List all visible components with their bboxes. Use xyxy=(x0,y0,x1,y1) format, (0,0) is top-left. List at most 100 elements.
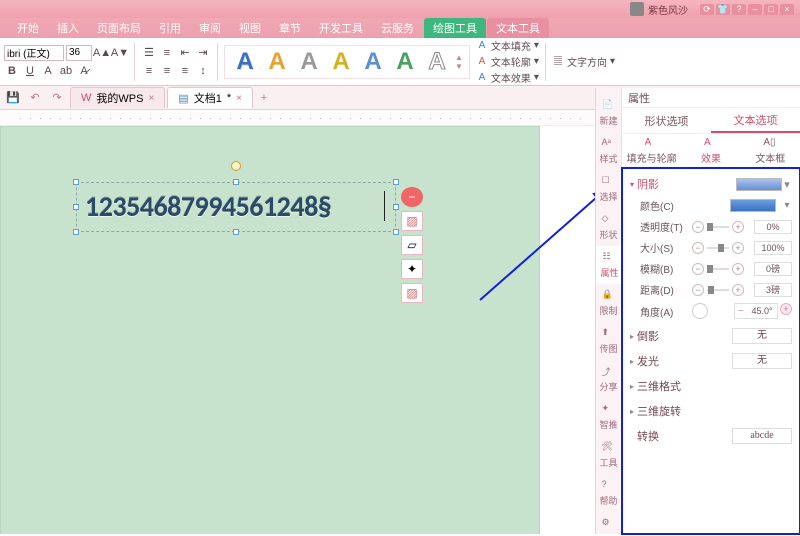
tab-start[interactable]: 开始 xyxy=(8,18,48,38)
rail-new[interactable]: 📄新建 xyxy=(596,94,621,132)
bullets-button[interactable]: ☰ xyxy=(141,45,157,61)
underline-button[interactable]: U xyxy=(22,63,38,79)
tab-drawing-tools[interactable]: 绘图工具 xyxy=(424,18,486,38)
tab-layout[interactable]: 页面布局 xyxy=(88,18,150,38)
wordart-style-4[interactable]: A xyxy=(327,48,355,76)
resize-handle-w[interactable] xyxy=(73,204,79,210)
maximize-button[interactable]: □ xyxy=(764,4,778,15)
align-left-button[interactable]: ≡ xyxy=(141,63,157,79)
indent-inc-button[interactable]: ⇥ xyxy=(195,45,211,61)
tab-text-tools[interactable]: 文本工具 xyxy=(487,18,549,38)
panel-menu-icon[interactable]: ▾ xyxy=(777,92,782,103)
numbering-button[interactable]: ≡ xyxy=(159,45,175,61)
angle-spinner[interactable]: −45.0° xyxy=(734,303,778,319)
wordart-style-2[interactable]: A xyxy=(263,48,291,76)
text-outline-button[interactable]: A文本轮廓 ▾ xyxy=(476,54,539,69)
rail-tools[interactable]: 🛠工具 xyxy=(596,436,621,474)
fill-tool-button[interactable]: ▨ xyxy=(401,211,423,231)
rail-shape[interactable]: ◇形状 xyxy=(596,208,621,246)
transparency-slider[interactable]: −+ xyxy=(692,220,744,234)
sync-icon[interactable]: ⟳ xyxy=(700,4,714,15)
rail-smart[interactable]: ✦智推 xyxy=(596,398,621,436)
tab-insert[interactable]: 插入 xyxy=(48,18,88,38)
line-spacing-button[interactable]: ↕ xyxy=(195,63,211,79)
close-button[interactable]: × xyxy=(780,4,794,15)
close-tab-icon[interactable]: × xyxy=(236,93,242,104)
shadow-color-swatch[interactable] xyxy=(730,199,776,212)
tab-shape-options[interactable]: 形状选项 xyxy=(622,108,711,133)
tab-review[interactable]: 审阅 xyxy=(190,18,230,38)
resize-handle-e[interactable] xyxy=(393,204,399,210)
save-button[interactable]: 💾 xyxy=(4,89,22,107)
distance-slider[interactable]: −+ xyxy=(692,283,744,297)
bold-button[interactable]: B xyxy=(4,63,20,79)
section-shadow[interactable]: ▾阴影 ▾ xyxy=(630,173,792,195)
tab-cloud[interactable]: 云服务 xyxy=(372,18,423,38)
subtab-textbox[interactable]: A▯文本框 xyxy=(741,134,800,167)
section-3d-format[interactable]: ▸三维格式 xyxy=(630,375,792,397)
indent-dec-button[interactable]: ⇤ xyxy=(177,45,193,61)
text-effects-button[interactable]: A文本效果 ▾ xyxy=(476,70,539,85)
undo-button[interactable]: ↶ xyxy=(26,89,44,107)
horizontal-ruler[interactable] xyxy=(0,110,595,126)
tab-dev[interactable]: 开发工具 xyxy=(310,18,372,38)
rail-select[interactable]: ☐选择 xyxy=(596,170,621,208)
text-direction-button[interactable]: 𝄚文字方向 ▾ xyxy=(552,54,615,69)
tab-ref[interactable]: 引用 xyxy=(150,18,190,38)
clear-format-button[interactable]: A̷ xyxy=(76,63,92,79)
angle-wheel[interactable] xyxy=(692,303,708,319)
font-color-button[interactable]: A xyxy=(40,63,56,79)
doc-tab-mywps[interactable]: W 我的WPS × xyxy=(70,87,165,108)
doc-tab-doc1[interactable]: ▤ 文档1 * × xyxy=(167,87,253,108)
resize-handle-nw[interactable] xyxy=(73,179,79,185)
subtab-effects[interactable]: A效果 xyxy=(681,134,740,167)
shape-effect-button[interactable]: ✦ xyxy=(401,259,423,279)
section-glow[interactable]: ▸发光无 xyxy=(630,350,792,372)
align-right-button[interactable]: ≡ xyxy=(177,63,193,79)
help-icon[interactable]: ? xyxy=(732,4,746,15)
shadow-tool-button[interactable]: ▨ xyxy=(401,283,423,303)
rail-properties[interactable]: ☷属性 xyxy=(596,246,621,284)
section-transform[interactable]: ▸转换abcde xyxy=(630,425,792,447)
resize-handle-n[interactable] xyxy=(233,179,239,185)
tab-chapter[interactable]: 章节 xyxy=(270,18,310,38)
wordart-more-icon[interactable]: ▲▼ xyxy=(455,53,463,71)
font-size-combo[interactable] xyxy=(66,45,92,61)
delete-shape-button[interactable]: − xyxy=(401,187,423,207)
rail-settings[interactable]: ⚙ xyxy=(596,512,621,536)
skin-icon[interactable]: 👕 xyxy=(716,4,730,15)
wordart-style-3[interactable]: A xyxy=(295,48,323,76)
shrink-font-icon[interactable]: A▼ xyxy=(112,45,128,61)
rail-style[interactable]: Aᵃ样式 xyxy=(596,132,621,170)
section-reflection[interactable]: ▸倒影无 xyxy=(630,325,792,347)
font-name-combo[interactable] xyxy=(4,45,64,61)
resize-handle-sw[interactable] xyxy=(73,229,79,235)
resize-handle-ne[interactable] xyxy=(393,179,399,185)
redo-button[interactable]: ↷ xyxy=(48,89,66,107)
color-dropdown-icon[interactable]: ▾ xyxy=(782,200,792,211)
rotate-handle[interactable] xyxy=(231,161,241,171)
outline-tool-button[interactable]: ▱ xyxy=(401,235,423,255)
size-slider[interactable]: −+ xyxy=(692,241,744,255)
wordart-style-1[interactable]: A xyxy=(231,48,259,76)
wordart-style-7[interactable]: A xyxy=(423,48,451,76)
tab-text-options[interactable]: 文本选项 xyxy=(711,108,800,133)
selected-textbox[interactable]: 12354687994561248§ xyxy=(81,187,391,227)
align-center-button[interactable]: ≡ xyxy=(159,63,175,79)
subtab-fill-outline[interactable]: A填充与轮廓 xyxy=(622,134,681,167)
close-tab-icon[interactable]: × xyxy=(148,93,154,104)
user-avatar[interactable] xyxy=(630,2,644,16)
text-fill-button[interactable]: A文本填充 ▾ xyxy=(476,38,539,53)
wordart-gallery[interactable]: A A A A A A A ▲▼ xyxy=(224,45,470,79)
wordart-style-6[interactable]: A xyxy=(391,48,419,76)
tab-view[interactable]: 视图 xyxy=(230,18,270,38)
panel-close-icon[interactable]: × xyxy=(788,92,794,103)
section-3d-rotation[interactable]: ▸三维旋转 xyxy=(630,400,792,422)
resize-handle-se[interactable] xyxy=(393,229,399,235)
highlight-button[interactable]: ab xyxy=(58,63,74,79)
minimize-button[interactable]: – xyxy=(748,4,762,15)
shadow-preset-swatch[interactable] xyxy=(736,178,782,191)
rail-help[interactable]: ?帮助 xyxy=(596,474,621,512)
blur-slider[interactable]: −+ xyxy=(692,262,744,276)
rail-share[interactable]: ⤴分享 xyxy=(596,360,621,398)
